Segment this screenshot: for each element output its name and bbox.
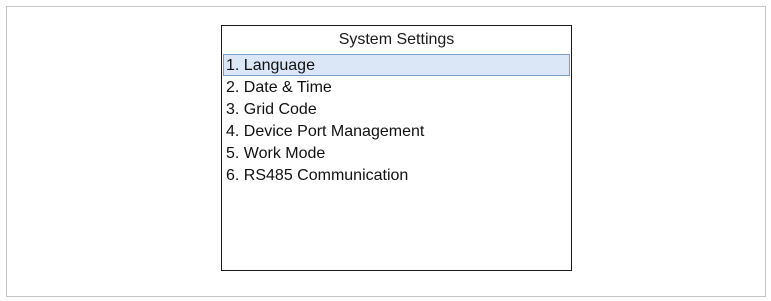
menu-item-grid-code[interactable]: 3. Grid Code: [223, 98, 570, 120]
menu-item-device-port-management[interactable]: 4. Device Port Management: [223, 120, 570, 142]
screen-title: System Settings: [338, 31, 455, 48]
settings-menu: 1. Language 2. Date & Time 3. Grid Code …: [222, 54, 571, 186]
device-screen: System Settings 1. Language 2. Date & Ti…: [221, 25, 572, 271]
outer-frame: System Settings 1. Language 2. Date & Ti…: [6, 6, 766, 297]
menu-item-language[interactable]: 1. Language: [223, 54, 570, 76]
menu-item-rs485-communication[interactable]: 6. RS485 Communication: [223, 164, 570, 186]
menu-item-work-mode[interactable]: 5. Work Mode: [223, 142, 570, 164]
menu-item-date-time[interactable]: 2. Date & Time: [223, 76, 570, 98]
